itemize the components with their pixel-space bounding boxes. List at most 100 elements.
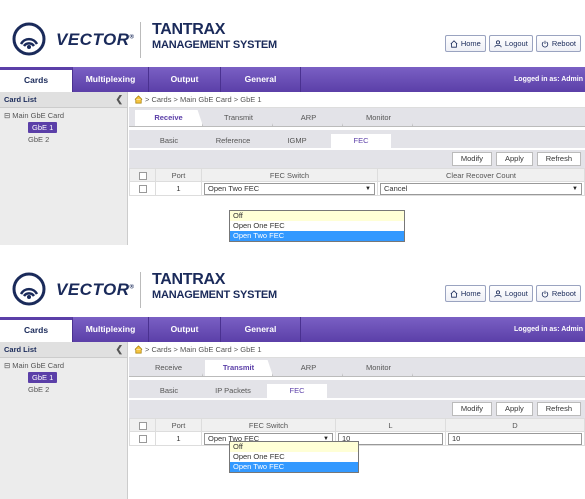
select-all-checkbox[interactable] <box>138 421 147 430</box>
tab-arp[interactable]: ARP <box>275 360 343 376</box>
tab-receive[interactable]: Receive <box>135 360 203 376</box>
app-title: TANTRAX <box>152 21 226 38</box>
logout-button[interactable]: Logout <box>488 35 533 52</box>
tree-root-main-gbe-card[interactable]: ⊟ Main GbE Card <box>4 361 123 370</box>
tab-monitor[interactable]: Monitor <box>345 360 413 376</box>
modify-button[interactable]: Modify <box>451 152 492 166</box>
col-fec-switch: FEC Switch <box>201 418 336 432</box>
option-open-two-fec[interactable]: Open Two FEC <box>230 462 358 472</box>
tree-item-gbe2[interactable]: GbE 2 <box>28 385 123 394</box>
tab-monitor[interactable]: Monitor <box>345 110 413 126</box>
collapse-icon[interactable]: ❮ <box>115 94 123 105</box>
col-clear-recover-count: Clear Recover Count <box>377 168 585 182</box>
select-all-header <box>129 168 156 182</box>
select-all-checkbox[interactable] <box>138 171 147 180</box>
row-checkbox[interactable] <box>138 185 147 193</box>
fec-switch-select[interactable]: Open Two FEC ▼ <box>204 182 375 195</box>
home-button[interactable]: Home <box>444 35 486 52</box>
subtab-basic[interactable]: Basic <box>139 384 199 398</box>
logout-button[interactable]: Logout <box>488 285 533 302</box>
home-icon <box>450 289 458 298</box>
reboot-button[interactable]: Reboot <box>535 35 581 52</box>
subtab-fec[interactable]: FEC <box>267 384 327 398</box>
user-icon <box>494 289 502 297</box>
nav-cards[interactable]: Cards <box>0 317 73 342</box>
home-button[interactable]: Home <box>444 285 486 302</box>
nav-cards[interactable]: Cards <box>0 67 73 92</box>
home-icon[interactable] <box>134 345 143 354</box>
nav-multiplexing[interactable]: Multiplexing <box>73 317 149 342</box>
tab-arp[interactable]: ARP <box>275 110 343 126</box>
action-bar: Modify Apply Refresh <box>129 400 585 418</box>
user-icon <box>494 39 502 47</box>
breadcrumb: > Cards > Main GbE Card > GbE 1 <box>129 342 585 358</box>
apply-button[interactable]: Apply <box>495 152 533 166</box>
refresh-button[interactable]: Refresh <box>536 152 581 166</box>
nav-general[interactable]: General <box>221 317 301 342</box>
option-open-one-fec[interactable]: Open One FEC <box>230 221 404 231</box>
nav-multiplexing[interactable]: Multiplexing <box>73 67 149 92</box>
subtab-basic[interactable]: Basic <box>139 134 199 148</box>
dropdown-arrow-icon: ▼ <box>365 185 371 192</box>
subtab-ip-packets[interactable]: IP Packets <box>203 384 263 398</box>
clear-recover-select[interactable]: Cancel ▼ <box>380 182 582 195</box>
option-open-two-fec[interactable]: Open Two FEC <box>230 231 404 241</box>
col-l: L <box>335 418 446 432</box>
home-icon <box>450 39 458 48</box>
option-off[interactable]: Off <box>230 442 358 452</box>
main-nav: Cards Multiplexing Output General Logged… <box>0 317 585 342</box>
home-icon[interactable] <box>134 95 143 104</box>
app-subtitle: MANAGEMENT SYSTEM <box>152 289 277 301</box>
subtab-fec[interactable]: FEC <box>331 134 391 148</box>
port-value: 1 <box>155 431 202 446</box>
app-title: TANTRAX <box>152 271 226 288</box>
apply-button[interactable]: Apply <box>495 402 533 416</box>
card-list-sidebar: Card List ❮ ⊟ Main GbE Card GbE 1 GbE 2 <box>0 342 128 499</box>
brand-name: VECTOR® <box>56 280 135 299</box>
logged-in-user: Logged in as: Admin <box>514 76 583 83</box>
tab-transmit[interactable]: Transmit <box>205 360 273 376</box>
tree-item-gbe1[interactable]: GbE 1 <box>28 372 58 383</box>
app-subtitle: MANAGEMENT SYSTEM <box>152 39 277 51</box>
option-off[interactable]: Off <box>230 211 404 221</box>
row-checkbox[interactable] <box>138 435 147 443</box>
action-bar: Modify Apply Refresh <box>129 150 585 168</box>
app-header: VECTOR® TANTRAX MANAGEMENT SYSTEM Home L… <box>0 250 585 317</box>
tab-transmit[interactable]: Transmit <box>205 110 273 126</box>
col-fec-switch: FEC Switch <box>201 168 378 182</box>
nav-general[interactable]: General <box>221 67 301 92</box>
fec-table: Port FEC Switch Clear Recover Count 1 Op… <box>129 168 585 196</box>
main-nav: Cards Multiplexing Output General Logged… <box>0 67 585 92</box>
col-port: Port <box>155 418 202 432</box>
option-open-one-fec[interactable]: Open One FEC <box>230 452 358 462</box>
vector-logo-icon <box>12 22 46 56</box>
subtab-igmp[interactable]: IGMP <box>267 134 327 148</box>
tree-item-gbe2[interactable]: GbE 2 <box>28 135 123 144</box>
secondary-tabs: Basic Reference IGMP FEC <box>129 130 585 148</box>
breadcrumb: > Cards > Main GbE Card > GbE 1 <box>129 92 585 108</box>
col-d: D <box>445 418 585 432</box>
table-row: 1 Open Two FEC ▼ Cancel ▼ <box>129 181 585 196</box>
reboot-button[interactable]: Reboot <box>535 285 581 302</box>
tab-receive[interactable]: Receive <box>135 110 203 126</box>
col-port: Port <box>155 168 202 182</box>
collapse-icon[interactable]: ❮ <box>115 344 123 355</box>
sidebar-title: Card List <box>4 95 37 104</box>
logged-in-user: Logged in as: Admin <box>514 326 583 333</box>
refresh-button[interactable]: Refresh <box>536 402 581 416</box>
port-value: 1 <box>155 181 202 196</box>
nav-output[interactable]: Output <box>149 67 221 92</box>
nav-output[interactable]: Output <box>149 317 221 342</box>
secondary-tabs: Basic IP Packets FEC <box>129 380 585 398</box>
d-input[interactable]: 10 <box>448 432 582 445</box>
select-all-header <box>129 418 156 432</box>
primary-tabs: Receive Transmit ARP Monitor <box>129 358 585 377</box>
tree-minus-icon: ⊟ <box>4 111 11 120</box>
header-divider <box>140 272 141 308</box>
subtab-reference[interactable]: Reference <box>203 134 263 148</box>
modify-button[interactable]: Modify <box>451 402 492 416</box>
sidebar-title: Card List <box>4 345 37 354</box>
header-divider <box>140 22 141 58</box>
tree-root-main-gbe-card[interactable]: ⊟ Main GbE Card <box>4 111 123 120</box>
tree-item-gbe1[interactable]: GbE 1 <box>28 122 58 133</box>
